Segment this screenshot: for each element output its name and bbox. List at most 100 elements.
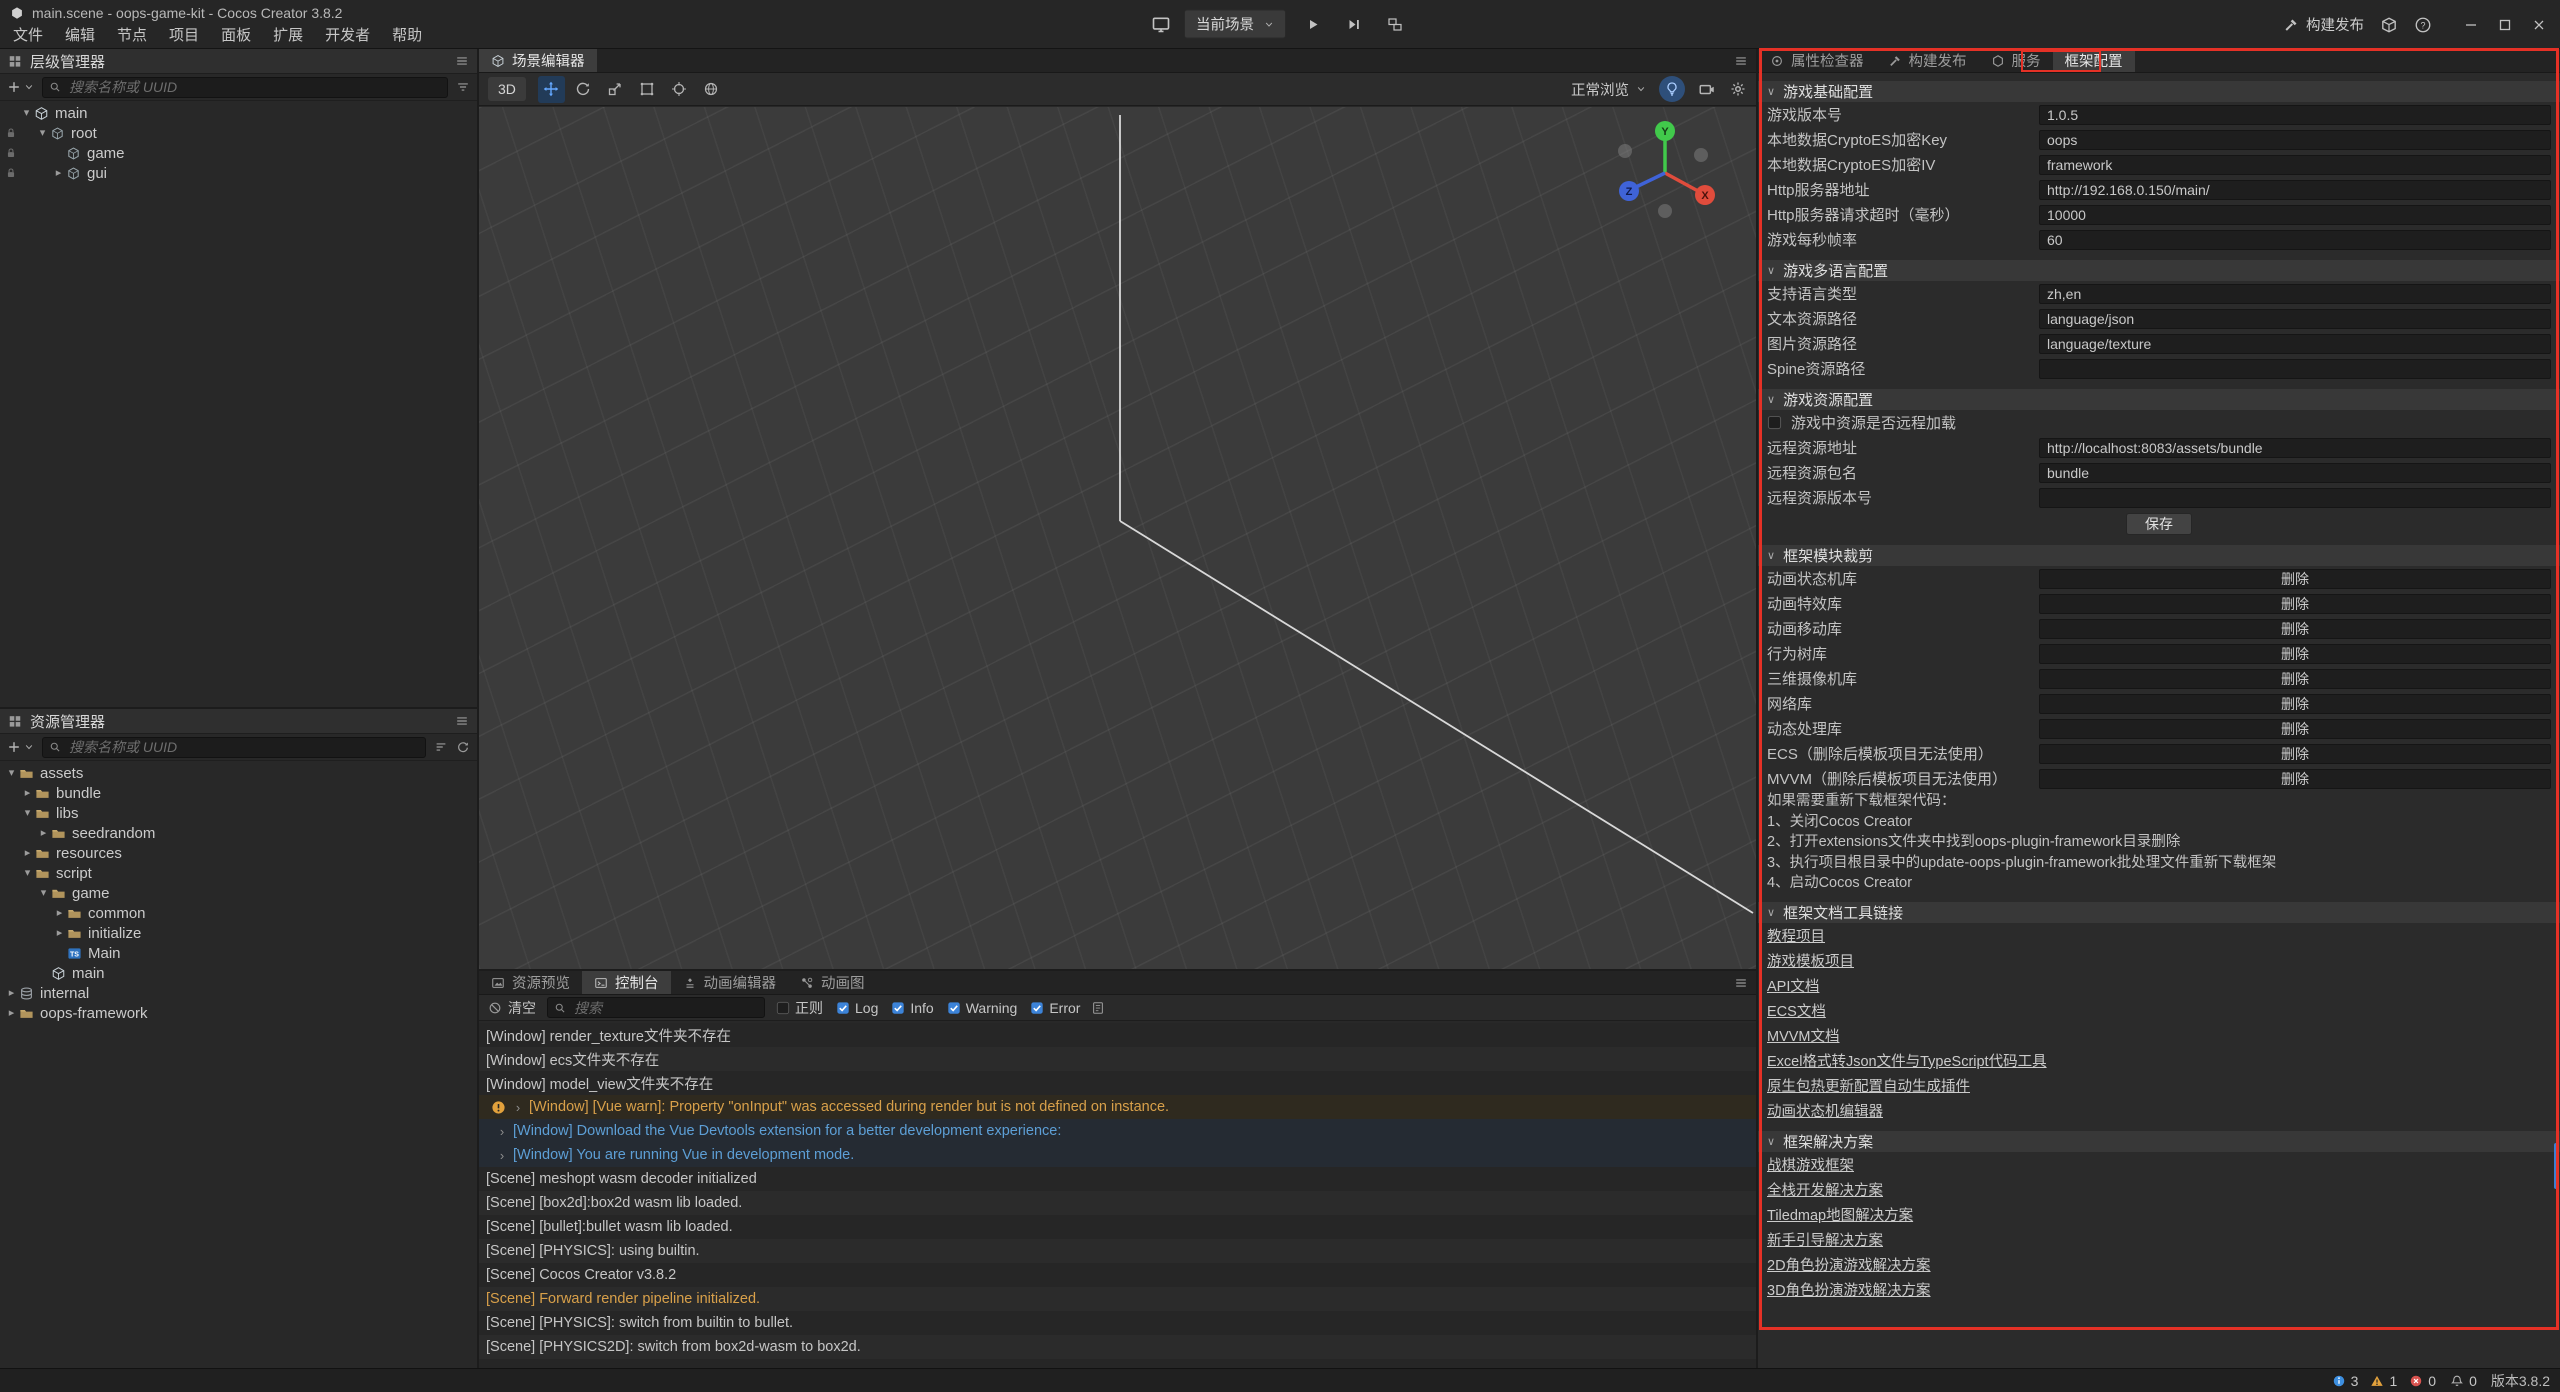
tree-node-main[interactable]: main [0,963,477,983]
minimize-button[interactable] [2456,10,2486,40]
console-log-row-10[interactable]: [Scene] Cocos Creator v3.8.2 [479,1263,1756,1287]
field-input-1-2[interactable] [2039,334,2551,354]
tab-assets-preview[interactable]: 资源预览 [479,971,582,994]
console-clear-button[interactable]: 清空 [488,998,536,1018]
assets-search-input[interactable] [67,738,419,756]
console-log-row-2[interactable]: [Window] model_view文件夹不存在 [479,1071,1756,1095]
chevron-right-icon[interactable]: ▸ [20,783,35,803]
axis-gizmo[interactable]: Y X Z [1610,115,1720,225]
field-input-1-3[interactable] [2039,359,2551,379]
tree-node-bundle[interactable]: ▸bundle [0,783,477,803]
console-tab-menu-icon[interactable] [1734,976,1748,990]
tab-animation-editor[interactable]: 动画编辑器 [671,971,789,994]
delete-button-6[interactable]: 删除 [2039,719,2551,739]
multi-preview-button[interactable] [1381,10,1409,38]
section-header-2[interactable]: ∨游戏资源配置 [1758,389,2560,410]
scene-settings-icon[interactable] [1729,80,1747,98]
field-input-0-4[interactable] [2039,205,2551,225]
view-mode-dropdown[interactable]: 正常浏览 [1571,79,1646,100]
scene-camera-icon[interactable] [1698,80,1716,98]
remote-load-checkbox[interactable] [1767,415,1782,430]
chevron-down-icon[interactable]: ▾ [4,763,19,783]
field-input-0-3[interactable] [2039,180,2551,200]
field-input-2-3[interactable] [2039,488,2551,508]
chevron-right-icon[interactable]: › [495,1124,509,1139]
menu-item-extension[interactable]: 扩展 [262,24,314,48]
maximize-button[interactable] [2490,10,2520,40]
console-log-row-5[interactable]: ›[Window] You are running Vue in develop… [479,1143,1756,1167]
hierarchy-filter-icon[interactable] [456,80,470,94]
console-filter-regex[interactable]: 正则 [776,998,823,1018]
hierarchy-search-input[interactable] [67,78,441,96]
assets-sort-icon[interactable] [434,740,448,754]
link-5-5[interactable]: 3D角色扮演游戏解决方案 [1767,1279,1931,1300]
console-filter-info[interactable]: Info [891,1000,933,1016]
menu-item-panel[interactable]: 面板 [210,24,262,48]
help-icon[interactable]: ? [2414,16,2432,34]
assets-menu-icon[interactable] [455,714,469,728]
delete-button-5[interactable]: 删除 [2039,694,2551,714]
scene-3d-mode-button[interactable]: 3D [488,77,526,101]
play-button[interactable] [1299,10,1327,38]
link-4-3[interactable]: ECS文档 [1767,1000,1826,1021]
tree-node-Main[interactable]: TSMain [0,943,477,963]
tree-node-seedrandom[interactable]: ▸seedrandom [0,823,477,843]
save-button[interactable]: 保存 [2126,513,2192,535]
status-notification[interactable]: 0 [2450,1373,2477,1389]
tree-node-game[interactable]: game [0,143,477,163]
tree-node-initialize[interactable]: ▸initialize [0,923,477,943]
link-4-0[interactable]: 教程项目 [1767,925,1825,946]
chevron-right-icon[interactable]: ▸ [4,983,19,1003]
section-header-0[interactable]: ∨游戏基础配置 [1758,81,2560,102]
scene-select-dropdown[interactable]: 当前场景 [1184,10,1286,39]
console-log-row-4[interactable]: ›[Window] Download the Vue Devtools exte… [479,1119,1756,1143]
console-export-icon[interactable] [1091,1001,1105,1015]
preview-device-icon[interactable] [1151,14,1171,34]
rect-tool-button[interactable] [634,76,661,103]
console-log-row-0[interactable]: [Window] render_texture文件夹不存在 [479,1023,1756,1047]
chevron-down-icon[interactable]: ▾ [20,863,35,883]
assets-add-button[interactable] [7,740,34,754]
tab-animation-graph[interactable]: 动画图 [788,971,877,994]
tab-service[interactable]: 服务 [1979,49,2053,72]
link-4-6[interactable]: 原生包热更新配置自动生成插件 [1767,1075,1970,1096]
section-header-4[interactable]: ∨框架文档工具链接 [1758,902,2560,923]
console-log-row-11[interactable]: [Scene] Forward render pipeline initiali… [479,1287,1756,1311]
field-input-1-1[interactable] [2039,309,2551,329]
link-4-7[interactable]: 动画状态机编辑器 [1767,1100,1883,1121]
delete-button-2[interactable]: 删除 [2039,619,2551,639]
delete-button-3[interactable]: 删除 [2039,644,2551,664]
hierarchy-menu-icon[interactable] [455,54,469,68]
delete-button-8[interactable]: 删除 [2039,769,2551,789]
move-tool-button[interactable] [538,76,565,103]
delete-button-0[interactable]: 删除 [2039,569,2551,589]
link-4-1[interactable]: 游戏模板项目 [1767,950,1854,971]
section-header-3[interactable]: ∨框架模块裁剪 [1758,545,2560,566]
console-filter-error[interactable]: Error [1030,1000,1080,1016]
console-log-row-7[interactable]: [Scene] [box2d]:box2d wasm lib loaded. [479,1191,1756,1215]
status-error-count[interactable]: 0 [2409,1373,2436,1389]
link-4-4[interactable]: MVVM文档 [1767,1025,1840,1046]
tree-node-internal[interactable]: ▸internal [0,983,477,1003]
tree-node-root[interactable]: ▾root [0,123,477,143]
menu-item-project[interactable]: 项目 [158,24,210,48]
field-input-2-1[interactable] [2039,438,2551,458]
chevron-down-icon[interactable]: ▾ [36,883,51,903]
link-4-5[interactable]: Excel格式转Json文件与TypeScript代码工具 [1767,1050,2047,1071]
chevron-right-icon[interactable]: ▸ [36,823,51,843]
menu-item-help[interactable]: 帮助 [381,24,433,48]
scale-tool-button[interactable] [602,76,629,103]
chevron-down-icon[interactable]: ▾ [20,803,35,823]
build-publish-button[interactable]: 构建发布 [2283,14,2364,35]
link-5-3[interactable]: 新手引导解决方案 [1767,1229,1883,1250]
tree-node-assets[interactable]: ▾assets [0,763,477,783]
tab-framework-config[interactable]: 框架配置 [2053,49,2135,72]
status-warning-count[interactable]: 1 [2370,1373,2397,1389]
console-log-row-6[interactable]: [Scene] meshopt wasm decoder initialized [479,1167,1756,1191]
chevron-down-icon[interactable]: ▾ [35,123,50,143]
link-4-2[interactable]: API文档 [1767,975,1819,996]
tree-node-resources[interactable]: ▸resources [0,843,477,863]
rotate-tool-button[interactable] [570,76,597,103]
console-filter-warning[interactable]: Warning [947,1000,1018,1016]
chevron-right-icon[interactable]: ▸ [20,843,35,863]
